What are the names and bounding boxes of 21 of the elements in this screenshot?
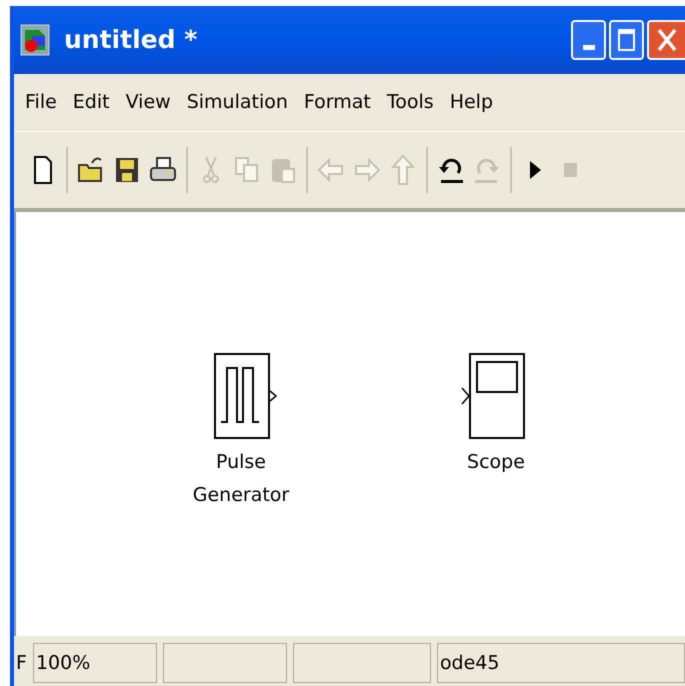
zoom-status: 100% <box>32 643 157 683</box>
minimize-button[interactable] <box>571 20 606 60</box>
menu-item[interactable]: File <box>18 88 64 117</box>
menu-item[interactable]: Tools <box>380 88 441 117</box>
block-label: Pulse <box>216 450 266 475</box>
menu-item[interactable]: Edit <box>66 88 117 117</box>
window-title: untitled * <box>64 24 198 56</box>
menu-item[interactable]: View <box>118 88 178 117</box>
menu-item[interactable]: Format <box>296 88 378 117</box>
maximize-button[interactable] <box>609 20 644 60</box>
close-button[interactable] <box>647 20 685 60</box>
minimize-icon <box>582 45 594 50</box>
solver-status: ode45 <box>436 643 685 683</box>
close-icon <box>656 27 678 53</box>
maximize-icon <box>618 29 635 51</box>
status-label: F <box>16 650 27 676</box>
block-label: Generator <box>192 483 290 508</box>
menu-item[interactable]: Simulation <box>180 88 295 117</box>
menu-item[interactable]: Help <box>442 88 500 117</box>
app-icon[interactable] <box>20 24 50 56</box>
block-label: Scope <box>467 450 525 475</box>
